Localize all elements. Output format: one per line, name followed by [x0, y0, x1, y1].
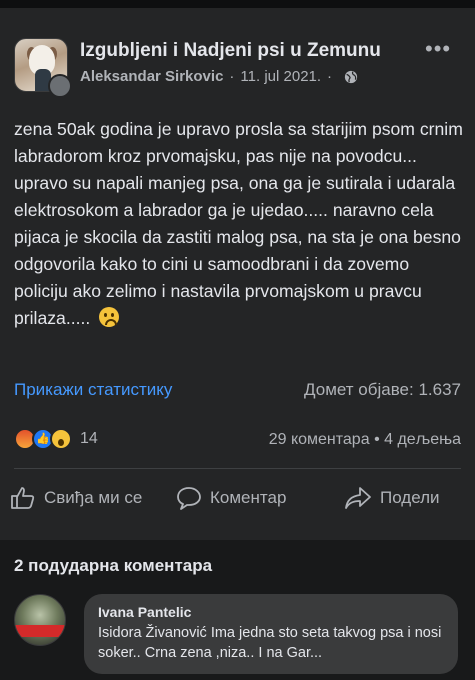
comment-bubble[interactable]: Ivana Pantelic Isidora Živanović Ima jed… — [84, 594, 458, 674]
share-arrow-icon — [345, 487, 371, 509]
comment-bubble-icon — [177, 487, 201, 510]
globe-icon — [344, 70, 358, 83]
reaction-count: 14 — [80, 430, 98, 447]
count-separator: • — [374, 431, 380, 448]
meta-separator: · — [327, 68, 333, 85]
reactions-summary[interactable]: 👍 14 — [14, 428, 98, 450]
commenter-name[interactable]: Ivana Pantelic — [98, 604, 444, 620]
comment-text: Isidora Živanović Ima jedna sto seta tak… — [98, 625, 442, 661]
comments-title: 2 подударна коментара — [14, 556, 213, 575]
comment-button[interactable]: Коментар — [176, 486, 286, 510]
share-label: Подели — [380, 488, 440, 507]
like-label: Свиђа ми се — [44, 488, 143, 507]
group-name[interactable]: Izgubljeni i Nadjeni psi u Zemunu — [80, 40, 381, 62]
top-edge — [0, 0, 475, 8]
more-options-icon[interactable]: ••• — [425, 36, 451, 62]
author-name[interactable]: Aleksandar Sirkovic — [80, 68, 223, 85]
comment-count[interactable]: 29 коментара — [269, 431, 370, 448]
engagement-counts: 29 коментара • 4 дељења — [269, 431, 461, 449]
wow-reaction-icon — [50, 428, 72, 450]
thumbs-up-icon — [11, 487, 35, 509]
post-meta: Aleksandar Sirkovic · 11. jul 2021. · — [80, 68, 358, 85]
share-count[interactable]: 4 дељења — [384, 431, 461, 448]
post-text: zena 50ak godina je upravo prosla sa sta… — [14, 119, 463, 328]
post-reach: Домет објаве: 1.637 — [304, 380, 461, 399]
author-avatar[interactable] — [48, 74, 72, 98]
commenter-avatar[interactable] — [14, 594, 66, 646]
comment-label: Коментар — [210, 488, 287, 507]
share-button[interactable]: Подели — [344, 486, 440, 510]
sad-face-emoji — [99, 307, 120, 327]
meta-separator: · — [229, 68, 235, 85]
view-insights-link[interactable]: Прикажи статистику — [14, 380, 172, 400]
avatar-graphic — [15, 625, 65, 637]
post-date[interactable]: 11. jul 2021. — [240, 68, 321, 85]
post-body: zena 50ak godina je upravo prosla sa sta… — [14, 116, 464, 332]
like-button[interactable]: Свиђа ми се — [10, 486, 142, 510]
divider — [14, 468, 461, 469]
